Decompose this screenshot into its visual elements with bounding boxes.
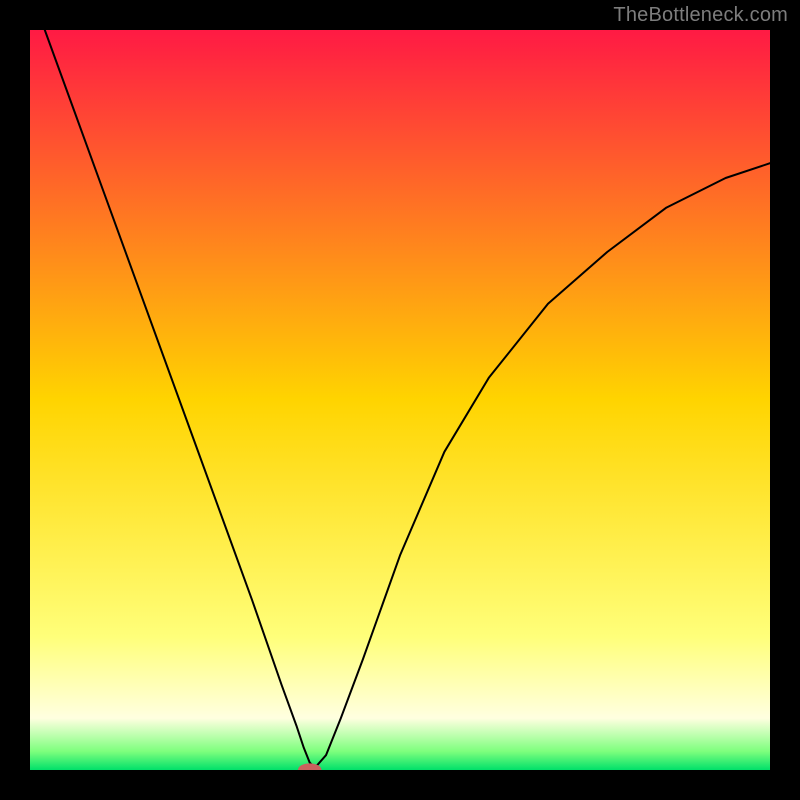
- gradient-background: [30, 30, 770, 770]
- chart-frame: TheBottleneck.com: [0, 0, 800, 800]
- watermark-text: TheBottleneck.com: [613, 4, 788, 27]
- chart-svg: [30, 30, 770, 770]
- plot-area: [30, 30, 770, 770]
